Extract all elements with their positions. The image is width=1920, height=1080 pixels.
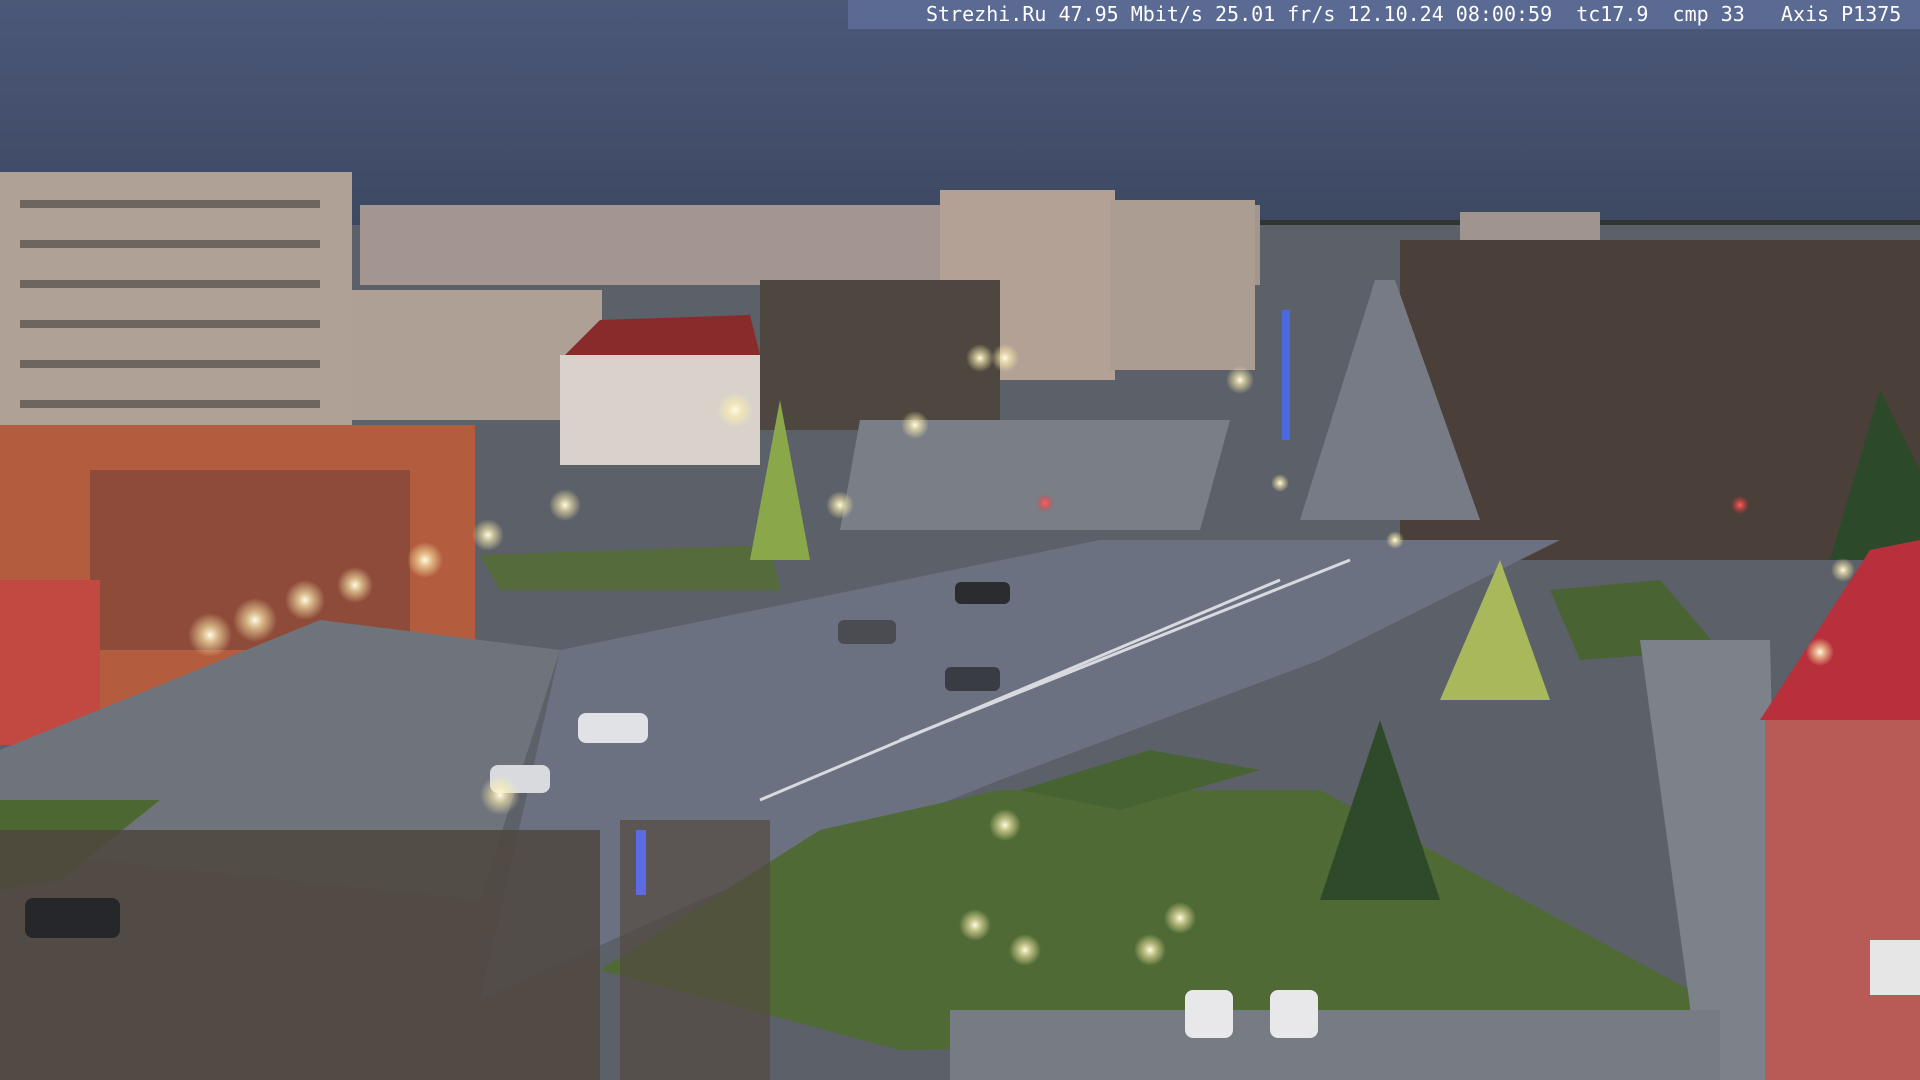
webcam-scene — [0, 0, 1920, 1080]
red-building-right — [1765, 720, 1920, 1080]
distant-building-right — [1110, 200, 1255, 370]
car-parked-white-2 — [1270, 990, 1318, 1038]
plaza — [840, 420, 1230, 530]
camera-info-overlay: Strezhi.Ru 47.95 Mbit/s 25.01 fr/s 12.10… — [848, 0, 1920, 29]
festive-lights-avenue — [1282, 310, 1290, 440]
right-forest — [1400, 240, 1920, 560]
red-building-window — [1870, 940, 1920, 995]
bottom-walkway — [950, 1010, 1720, 1080]
car-dark-2 — [838, 620, 896, 644]
car-dark-parked — [25, 898, 120, 938]
festive-lights-road — [636, 830, 646, 895]
car-dark-3 — [945, 667, 1000, 691]
bare-trees-bottom-left — [0, 830, 600, 1080]
left-center-trees — [760, 280, 1000, 430]
car-white-road — [578, 713, 648, 743]
car-parked-white-1 — [1185, 990, 1233, 1038]
car-dark-1 — [955, 582, 1010, 604]
